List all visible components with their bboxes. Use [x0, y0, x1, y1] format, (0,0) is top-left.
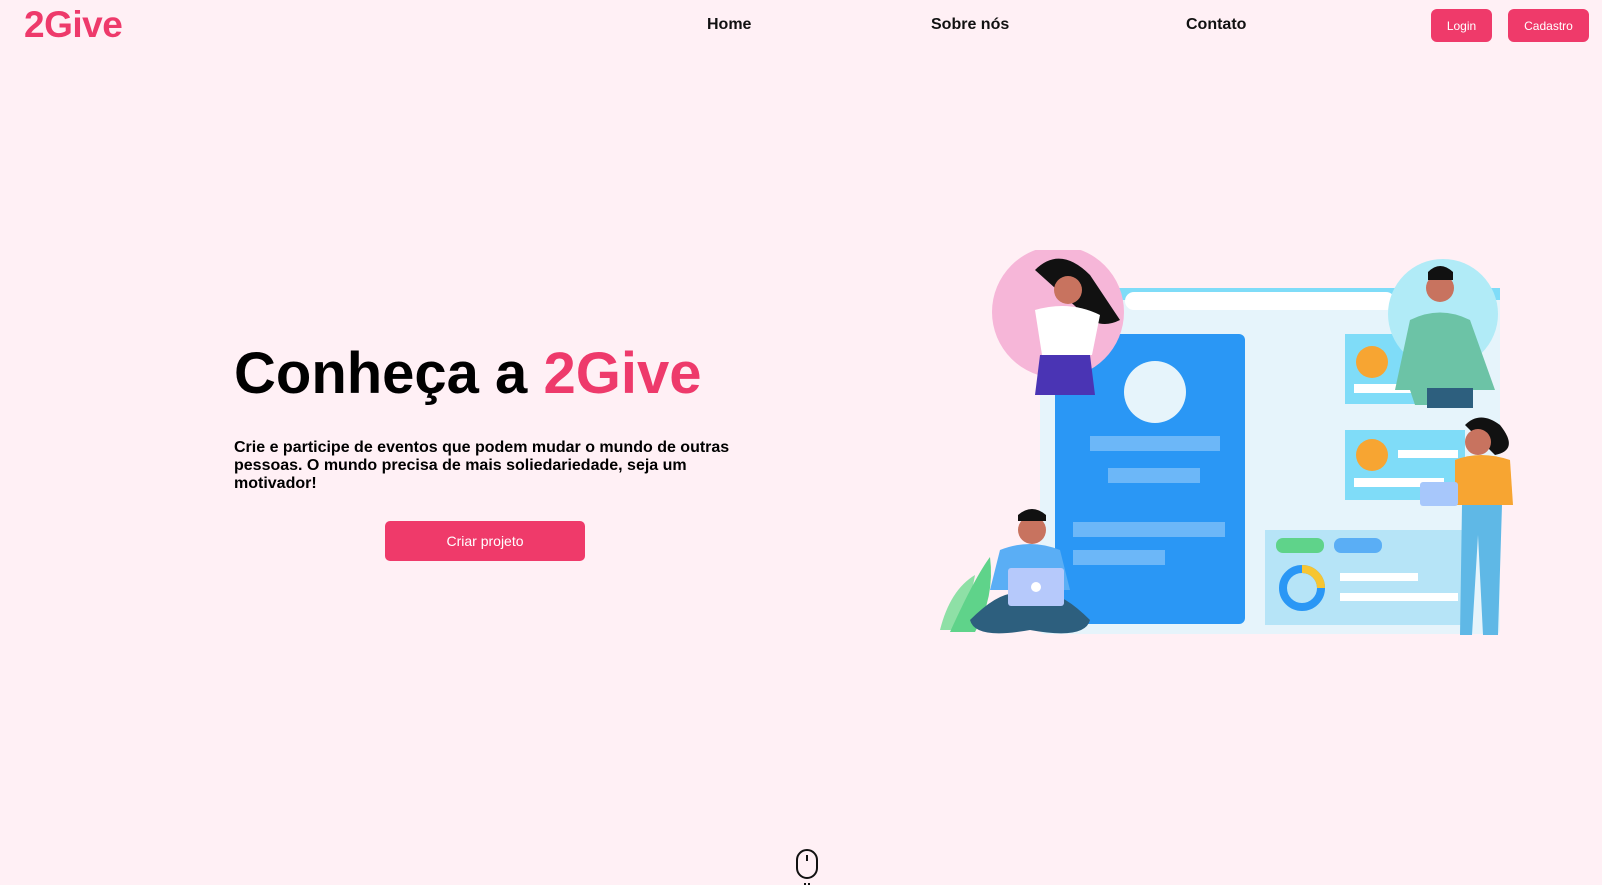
nav-sobre-nos[interactable]: Sobre nós — [931, 16, 1009, 34]
hero-title-accent: 2Give — [543, 341, 702, 406]
hero-illustration — [940, 250, 1513, 635]
hero-description: Crie e participe de eventos que podem mu… — [234, 439, 730, 492]
scroll-mouse-icon[interactable] — [795, 848, 819, 885]
hero-title: Conheça a 2Give — [234, 340, 701, 407]
create-project-button[interactable]: Criar projeto — [385, 521, 585, 561]
signup-button[interactable]: Cadastro — [1508, 9, 1589, 42]
hero-title-prefix: Conheça a — [234, 341, 528, 406]
login-button[interactable]: Login — [1431, 9, 1492, 42]
nav-home[interactable]: Home — [707, 16, 751, 34]
brand-logo[interactable]: 2Give — [24, 4, 123, 46]
nav-contato[interactable]: Contato — [1186, 16, 1246, 34]
